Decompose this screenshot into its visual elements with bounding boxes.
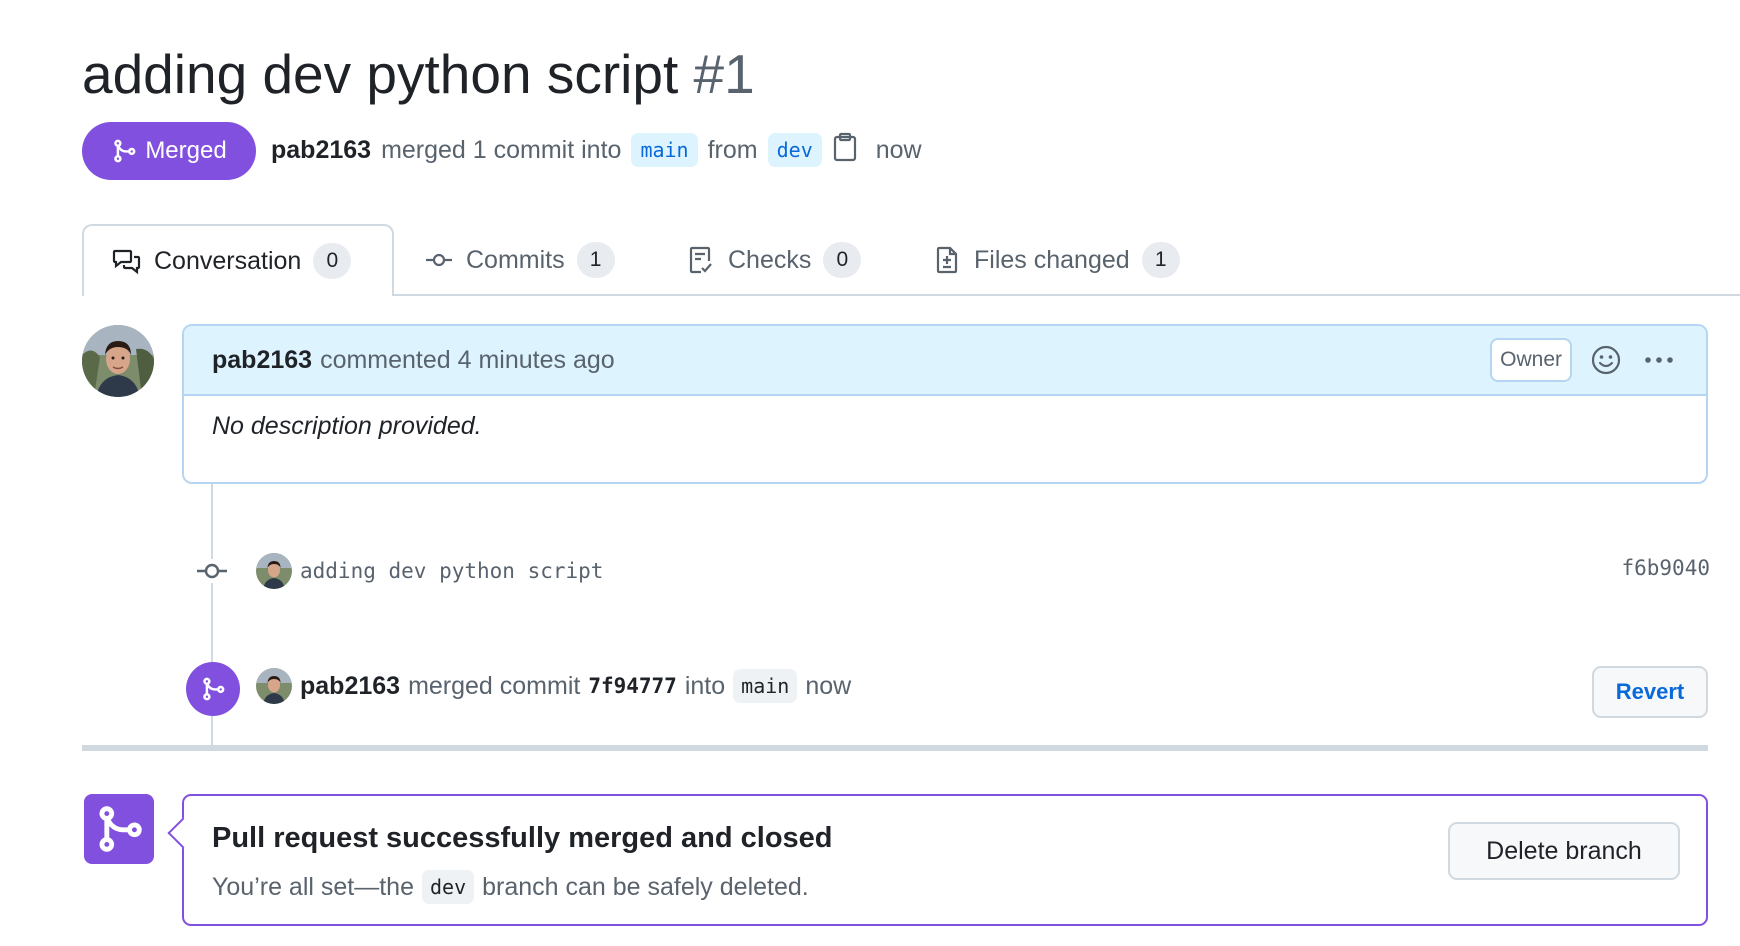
tab-conversation-count: 0: [313, 243, 352, 279]
checklist-icon: [689, 246, 712, 274]
merge-author-avatar[interactable]: [256, 668, 292, 704]
pr-author-link[interactable]: pab2163: [271, 136, 371, 165]
tab-commits-label: Commits: [466, 245, 565, 274]
tab-commits-count: 1: [576, 242, 615, 278]
comment-author-avatar[interactable]: [82, 325, 154, 397]
revert-button[interactable]: Revert: [1592, 666, 1708, 718]
commit-author-avatar[interactable]: [256, 553, 292, 589]
merge-event-badge: [186, 662, 240, 716]
tab-conversation-label: Conversation: [154, 246, 302, 275]
tab-checks-count: 0: [823, 242, 862, 278]
owner-badge: Owner: [1490, 338, 1572, 382]
merge-summary-text: merged 1 commit into: [381, 135, 622, 164]
timeline-divider: [82, 745, 1708, 751]
tab-files-changed-label: Files changed: [974, 245, 1130, 274]
file-diff-icon: [936, 246, 958, 274]
comment-discussion-icon: [112, 249, 141, 275]
merge-status-panel: Pull request successfully merged and clo…: [182, 794, 1708, 926]
git-commit-icon: [426, 253, 452, 267]
tab-commits[interactable]: Commits 1: [424, 224, 615, 296]
merge-into-text: into: [684, 671, 726, 700]
merge-status-text-before: You’re all set—the: [212, 872, 414, 901]
more-options-icon[interactable]: [1642, 348, 1676, 372]
merge-author-link[interactable]: pab2163: [300, 672, 400, 701]
merged-status-badge: Merged: [82, 122, 256, 180]
merged-status-label: Merged: [145, 137, 227, 164]
merged-status-icon-box: [84, 794, 154, 864]
merge-event-text: merged commit: [408, 671, 581, 700]
comment-action-text[interactable]: commented 4 minutes ago: [320, 346, 615, 375]
merge-status-text-after: branch can be safely deleted.: [482, 872, 809, 901]
tab-files-changed[interactable]: Files changed 1: [932, 224, 1180, 296]
git-merge-icon: [99, 806, 142, 852]
pr-number: #1: [693, 43, 755, 105]
merge-status-title: Pull request successfully merged and clo…: [212, 822, 833, 854]
commit-sha-link[interactable]: f6b9040: [1621, 556, 1710, 580]
deletable-branch-label: dev: [421, 870, 475, 904]
comment-body: No description provided.: [212, 412, 482, 440]
head-branch-label[interactable]: dev: [767, 133, 822, 167]
pr-time: now: [875, 135, 922, 164]
commit-message-link[interactable]: adding dev python script: [300, 559, 603, 583]
tab-conversation[interactable]: Conversation 0: [82, 224, 394, 296]
merge-commit-sha-link[interactable]: 7f94777: [588, 674, 677, 698]
pr-meta-line: pab2163 merged 1 commit into main from d…: [271, 132, 922, 168]
delete-branch-button[interactable]: Delete branch: [1448, 822, 1680, 880]
tab-files-changed-count: 1: [1141, 242, 1180, 278]
merge-event-time[interactable]: now: [805, 672, 851, 701]
add-reaction-icon[interactable]: [1590, 344, 1622, 376]
merge-event-row: pab2163 merged commit 7f94777 into main …: [256, 666, 851, 706]
base-branch-label[interactable]: main: [631, 133, 698, 167]
git-commit-icon: [196, 559, 228, 583]
from-text: from: [707, 135, 758, 164]
tab-checks[interactable]: Checks 0: [686, 224, 862, 296]
merge-target-branch[interactable]: main: [733, 669, 798, 703]
git-merge-icon: [203, 677, 225, 701]
comment-author-link[interactable]: pab2163: [212, 346, 312, 375]
commit-row: adding dev python script: [256, 552, 603, 590]
tab-checks-label: Checks: [728, 245, 812, 274]
copy-branch-icon[interactable]: [832, 132, 858, 169]
pr-title-text: adding dev python script: [82, 43, 679, 105]
git-merge-icon: [114, 139, 136, 163]
pr-title: adding dev python script #1: [82, 40, 755, 108]
comment-header: pab2163 commented 4 minutes ago Owner: [184, 326, 1706, 396]
comment-card: pab2163 commented 4 minutes ago Owner No…: [182, 324, 1708, 484]
merge-status-subtitle: You’re all set—the dev branch can be saf…: [212, 870, 809, 904]
